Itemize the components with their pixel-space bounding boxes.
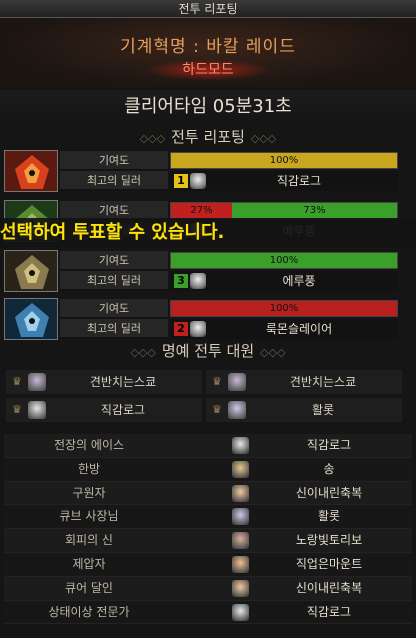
dealer-name: 룩몬슬레이어 — [265, 322, 333, 336]
contribution-segment: 100% — [171, 153, 397, 168]
award-title: 제압자 — [72, 556, 106, 571]
member-name: 활롯 — [311, 403, 335, 417]
award-winner: 신이내린축복 — [295, 485, 363, 500]
crest-icon: ♛ — [12, 375, 22, 388]
award-winner: 직감로그 — [306, 438, 352, 452]
character-avatar-icon — [228, 373, 246, 391]
crest-icon: ♛ — [212, 403, 222, 416]
award-row: 상태이상 전문가 직감로그 — [4, 600, 412, 625]
member-name: 견반치는스쿄 — [289, 375, 357, 389]
contribution-bar: 100% — [170, 252, 398, 269]
contribution-label: 기여도 — [60, 299, 168, 318]
contribution-bar: 100% — [170, 152, 398, 169]
raid-title: 기계혁명 : 바칼 레이드 — [120, 37, 296, 57]
award-row: 큐브 사장님 활롯 — [4, 505, 412, 530]
top-dealer[interactable]: 2 룩몬슬레이어 — [170, 319, 398, 339]
rank-badge: 2 — [174, 322, 188, 336]
ornament-icon: ◇◇◇ — [250, 132, 277, 145]
award-title: 회피의 신 — [65, 533, 113, 548]
top-dealer-label: 최고의 딜러 — [60, 319, 168, 338]
contribution-bar: 100% — [170, 300, 398, 317]
honor-section-title: 명예 전투 대원 — [161, 342, 255, 360]
clear-time: 클리어타임 05분31초 — [0, 90, 416, 124]
rank-badge: 1 — [174, 174, 188, 188]
gold-dragon-boss-icon — [4, 250, 58, 292]
award-row: 큐어 달인 신이내린축복 — [4, 576, 412, 601]
character-avatar-icon — [28, 373, 46, 391]
character-avatar-icon — [28, 401, 46, 419]
character-avatar-icon — [232, 532, 249, 550]
honor-member[interactable]: ♛ 견반치는스쿄 — [6, 370, 202, 394]
ice-dragon-boss-icon — [4, 298, 58, 340]
contribution-label: 기여도 — [60, 251, 168, 270]
award-winner: 직업은마운트 — [295, 556, 363, 571]
top-dealer-label: 최고의 딜러 — [60, 271, 168, 290]
character-avatar-icon — [232, 579, 249, 597]
honor-section-header: ◇◇◇ 명예 전투 대원 ◇◇◇ — [0, 340, 416, 362]
member-name: 직감로그 — [100, 403, 146, 417]
red-dragon-boss-icon — [4, 150, 58, 192]
award-row: 제압자 직업은마운트 — [4, 552, 412, 577]
ornament-icon: ◇◇◇ — [139, 132, 166, 145]
award-winner: 노랑빛토리보 — [295, 533, 363, 548]
difficulty-mode: 하드모드 — [150, 60, 266, 80]
award-title: 큐어 달인 — [65, 580, 113, 595]
award-row: 한방 송 — [4, 457, 412, 482]
award-row: 구원자 신이내린축복 — [4, 481, 412, 506]
award-title: 상태이상 전문가 — [48, 604, 130, 619]
top-dealer[interactable]: 3 에루풍 — [170, 271, 398, 291]
character-avatar-icon — [232, 484, 249, 502]
report-section-header: ◇◇◇ 전투 리포팅 ◇◇◇ — [0, 126, 416, 148]
window-title: 전투 리포팅 — [0, 0, 416, 18]
top-dealer-label: 최고의 딜러 — [60, 171, 168, 190]
honor-member[interactable]: ♛ 견반치는스쿄 — [206, 370, 402, 394]
crest-icon: ♛ — [212, 375, 222, 388]
rank-badge: 3 — [174, 274, 188, 288]
award-title: 전장의 에이스 — [53, 438, 125, 452]
dealer-name: 에루풍 — [282, 274, 316, 288]
report-section-title: 전투 리포팅 — [171, 128, 245, 146]
ornament-icon: ◇◇◇ — [130, 346, 156, 359]
award-title: 한방 — [77, 461, 101, 476]
contribution-label: 기여도 — [60, 151, 168, 170]
honor-member[interactable]: ♛ 직감로그 — [6, 398, 202, 422]
award-title: 큐브 사장님 — [59, 509, 119, 524]
boss-row[interactable]: 기여도 최고의 딜러 100% 3 에루풍 — [2, 250, 414, 292]
contribution-bar: 27% 73% — [170, 202, 398, 219]
character-avatar-icon — [228, 401, 246, 419]
award-winner: 직감로그 — [306, 604, 352, 619]
character-avatar-icon — [232, 460, 249, 478]
contribution-segment: 27% — [171, 203, 233, 218]
award-title: 구원자 — [72, 485, 106, 500]
dealer-name: 직감로그 — [276, 174, 322, 188]
awards-list: 전장의 에이스 직감로그 한방 송 구원자 신이내린축복 큐브 사장님 활롯 회피의 신 노랑빛토… — [4, 434, 412, 625]
ornament-icon: ◇◇◇ — [260, 346, 286, 359]
character-avatar-icon — [232, 437, 249, 454]
honor-member[interactable]: ♛ 활롯 — [206, 398, 402, 422]
raid-header: 기계혁명 : 바칼 레이드 하드모드 — [0, 18, 416, 88]
boss-row[interactable]: 기여도 최고의 딜러 100% 1 직감로그 — [2, 150, 414, 192]
award-winner: 신이내린축복 — [295, 580, 363, 595]
character-avatar-icon — [232, 603, 249, 621]
award-winner: 활롯 — [317, 509, 341, 524]
vote-message: 선택하여 투표할 수 있습니다. — [0, 218, 416, 248]
award-row: 전장의 에이스 직감로그 — [4, 434, 412, 458]
character-avatar-icon — [232, 508, 249, 526]
contribution-segment: 73% — [232, 203, 397, 218]
contribution-segment: 100% — [171, 253, 397, 268]
member-name: 견반치는스쿄 — [89, 375, 157, 389]
contribution-segment: 100% — [171, 301, 397, 316]
award-row: 회피의 신 노랑빛토리보 — [4, 529, 412, 553]
crest-icon: ♛ — [12, 403, 22, 416]
top-dealer[interactable]: 1 직감로그 — [170, 171, 398, 191]
award-winner: 송 — [323, 461, 335, 476]
boss-row[interactable]: 기여도 최고의 딜러 100% 2 룩몬슬레이어 — [2, 298, 414, 340]
character-avatar-icon — [232, 555, 249, 573]
